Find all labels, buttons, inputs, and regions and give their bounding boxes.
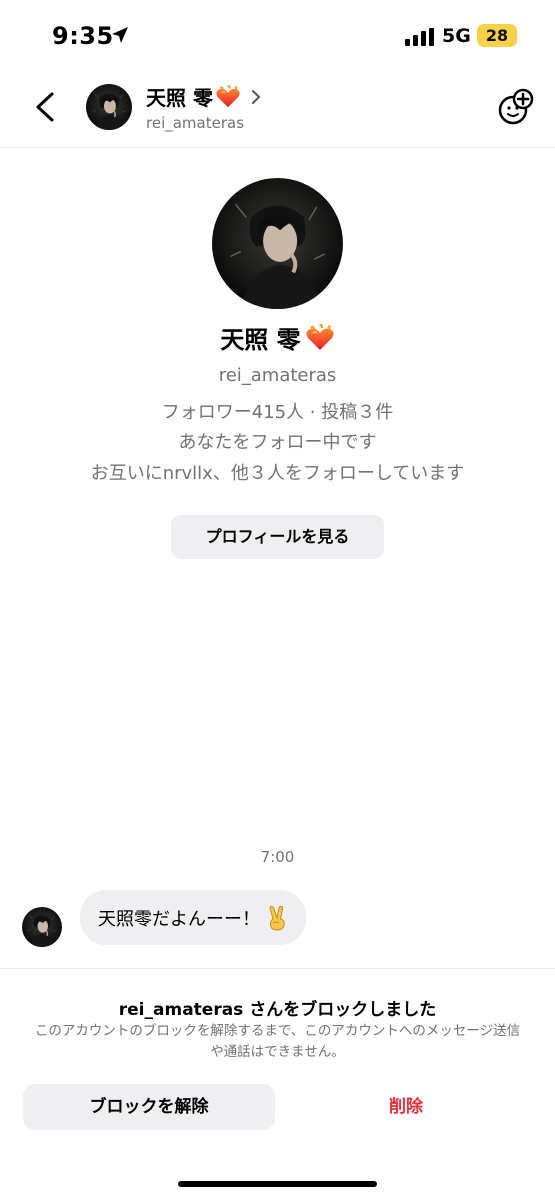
chat-header: 天照 零 rei_amateras [0,70,555,148]
profile-name: 天照 零 [220,326,301,354]
signal-bars-icon [405,28,434,46]
message-avatar[interactable] [22,907,62,947]
delete-button[interactable]: 削除 [300,1084,512,1130]
victory-hand-icon [269,905,285,931]
mutual-followers: お互いにnrvllx、他３人をフォローしています [90,463,465,484]
follow-status: あなたをフォロー中です [178,432,377,453]
back-icon[interactable] [28,88,62,126]
profile-username: rei_amateras [218,365,337,386]
message-text: 天照零だよんーー！ [98,908,260,930]
unblock-button[interactable]: ブロックを解除 [23,1084,275,1130]
message-timestamp: 7:00 [260,848,295,866]
block-notice-panel: rei_amateras さんをブロックしました このアカウントのブロックを解除… [0,968,555,1200]
location-arrow-icon [112,27,128,43]
view-profile-button[interactable]: プロフィールを見る [171,515,384,559]
header-username: rei_amateras [146,114,245,132]
heart-on-fire-icon [305,324,335,352]
header-name: 天照 零 [146,86,213,110]
status-time: 9:35 [52,22,114,50]
block-notice-title: rei_amateras さんをブロックしました [118,1000,437,1020]
profile-name-row: 天照 零 [0,320,555,355]
status-bar: 9:35 5G 28 [0,0,555,70]
home-indicator[interactable] [178,1181,377,1187]
message-bubble[interactable]: 天照零だよんーー！ [80,890,306,945]
header-profile-link[interactable]: 天照 零 [146,82,263,111]
profile-stats: フォロワー415人 · 投稿３件 [161,402,394,423]
battery-indicator: 28 [477,24,517,47]
heart-on-fire-icon [215,85,241,109]
profile-avatar[interactable] [212,178,343,309]
face-plus-icon[interactable] [496,86,536,126]
chevron-right-icon [251,89,261,104]
network-type: 5G [442,25,471,47]
block-notice-description: このアカウントのブロックを解除するまで、このアカウントへのメッセージ送信や通話は… [34,1023,521,1060]
header-avatar[interactable] [86,84,132,130]
